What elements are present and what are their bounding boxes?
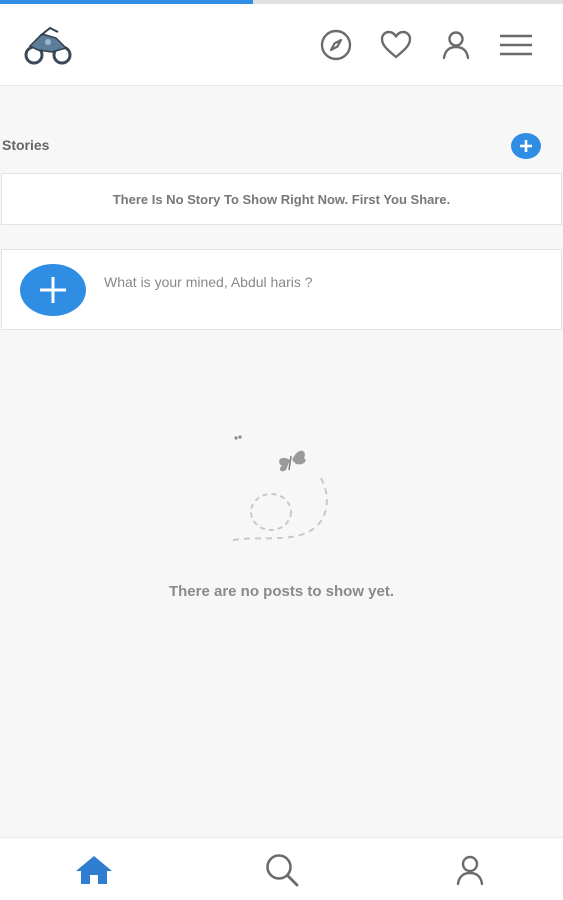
header-actions [317, 26, 535, 64]
top-bar [0, 4, 563, 86]
butterfly-path-icon [228, 432, 338, 547]
search-icon[interactable] [260, 850, 304, 890]
profile-icon[interactable] [448, 850, 492, 890]
menu-icon[interactable] [497, 26, 535, 64]
stories-label: Stories [2, 137, 50, 153]
stories-header: Stories [0, 130, 563, 160]
create-post-button[interactable] [20, 264, 86, 316]
heart-icon[interactable] [377, 26, 415, 64]
plus-icon [40, 277, 66, 303]
compass-icon[interactable] [317, 26, 355, 64]
app-logo[interactable] [22, 24, 74, 66]
bottom-navigation [0, 837, 563, 900]
user-icon[interactable] [437, 26, 475, 64]
post-composer[interactable]: What is your mined, Abdul haris ? [1, 249, 562, 330]
no-posts-message: There are no posts to show yet. [168, 583, 395, 600]
plus-icon [520, 140, 532, 152]
no-story-message: There Is No Story To Show Right Now. Fir… [1, 173, 562, 225]
post-input-placeholder[interactable]: What is your mined, Abdul haris ? [104, 274, 313, 290]
home-icon[interactable] [72, 850, 116, 890]
add-story-button[interactable] [511, 133, 541, 159]
